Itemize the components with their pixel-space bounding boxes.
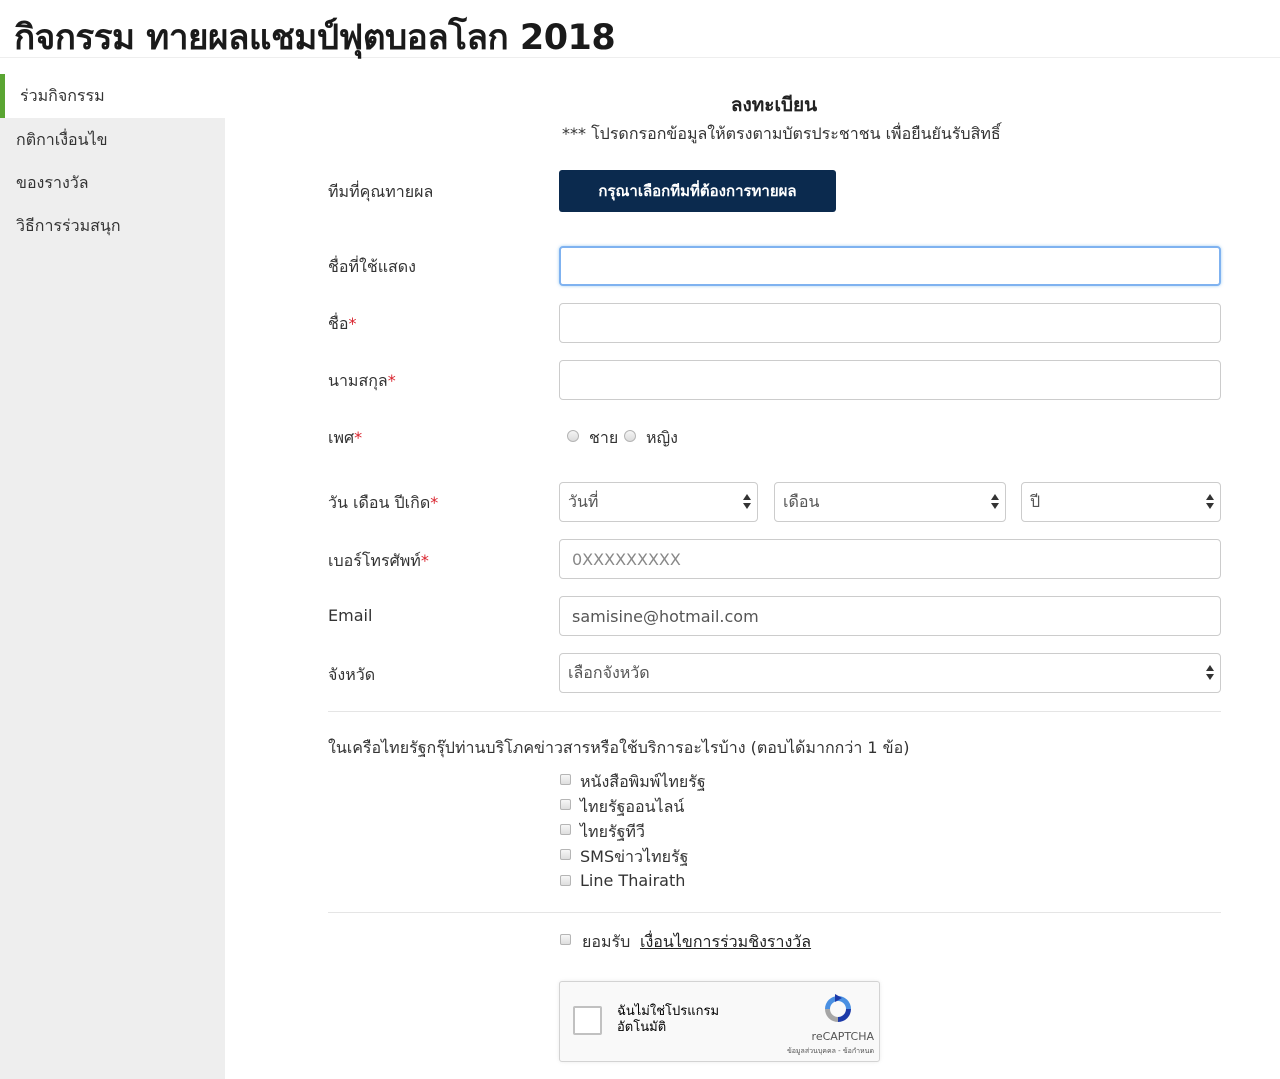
recaptcha-brand: reCAPTCHA [811, 1030, 874, 1043]
gender-label-text: เพศ [328, 428, 355, 447]
recaptcha-links[interactable]: ข้อมูลส่วนบุคคล - ข้อกำหนด [756, 1046, 874, 1057]
sidebar-item-label: ของรางวัล [16, 173, 89, 192]
page-title: กิจกรรม ทายผลแชมป์ฟุตบอลโลก 2018 [14, 18, 616, 58]
select-arrows-icon [1206, 494, 1214, 510]
select-arrows-icon [991, 494, 999, 510]
sidebar-item-how-to-play[interactable]: วิธีการร่วมสนุก [0, 204, 225, 248]
terms-link[interactable]: เงื่อนไขการร่วมชิงรางวัล [640, 930, 811, 955]
media-line-label[interactable]: Line Thairath [580, 871, 685, 890]
gender-male-label[interactable]: ชาย [589, 426, 618, 451]
birthdate-label-text: วัน เดือน ปีเกิด [328, 493, 431, 512]
sidebar-item-label: กติกาเงื่อนไข [16, 130, 108, 149]
required-mark: * [430, 493, 439, 512]
birth-day-value: วันที่ [568, 492, 599, 511]
accept-label: ยอมรับ [582, 932, 631, 951]
last-name-label-text: นามสกุล [328, 371, 388, 390]
media-tv-checkbox[interactable] [560, 824, 571, 835]
gender-male-radio[interactable] [567, 430, 579, 442]
form-title: ลงทะเบียน [730, 94, 818, 116]
gender-female-label[interactable]: หญิง [646, 426, 678, 451]
phone-label: เบอร์โทรศัพท์* [328, 549, 429, 574]
sidebar-item-rules[interactable]: กติกาเงื่อนไข [0, 118, 225, 162]
phone-input[interactable] [559, 539, 1221, 579]
email-label: Email [328, 606, 373, 625]
birth-day-select[interactable]: วันที่ [559, 482, 758, 522]
birth-month-select[interactable]: เดือน [774, 482, 1006, 522]
media-sms-checkbox[interactable] [560, 849, 571, 860]
required-mark: * [354, 428, 363, 447]
select-team-button[interactable]: กรุณาเลือกทีมที่ต้องการทายผล [559, 170, 836, 212]
recaptcha-checkbox[interactable] [573, 1006, 602, 1035]
recaptcha-widget: ฉันไม่ใช่โปรแกรมอัตโนมัติ reCAPTCHA ข้อม… [559, 981, 880, 1062]
media-online-label[interactable]: ไทยรัฐออนไลน์ [580, 795, 684, 820]
required-mark: * [387, 371, 396, 390]
gender-label: เพศ* [328, 426, 362, 451]
media-line-checkbox[interactable] [560, 875, 571, 886]
required-mark: * [348, 314, 357, 333]
form-note: *** โปรดกรอกข้อมูลให้ตรงตามบัตรประชาชน เ… [562, 124, 1001, 143]
birth-year-value: ปี [1030, 492, 1041, 511]
display-name-input[interactable] [559, 246, 1221, 286]
divider [328, 711, 1221, 712]
page-header: กิจกรรม ทายผลแชมป์ฟุตบอลโลก 2018 [0, 0, 1280, 58]
sidebar: ร่วมกิจกรรม กติกาเงื่อนไข ของรางวัล วิธี… [0, 74, 225, 1079]
required-mark: * [420, 551, 429, 570]
display-name-label: ชื่อที่ใช้แสดง [328, 257, 416, 276]
sidebar-item-join-activity[interactable]: ร่วมกิจกรรม [0, 74, 225, 118]
last-name-label: นามสกุล* [328, 369, 396, 394]
first-name-label-text: ชื่อ [328, 314, 349, 333]
birthdate-label: วัน เดือน ปีเกิด* [328, 491, 438, 516]
last-name-input[interactable] [559, 360, 1221, 400]
media-sms-label[interactable]: SMSข่าวไทยรัฐ [580, 845, 688, 870]
province-value: เลือกจังหวัด [568, 663, 650, 682]
recaptcha-logo-icon [825, 994, 851, 1022]
first-name-label: ชื่อ* [328, 312, 356, 337]
divider [328, 912, 1221, 913]
accept-terms-checkbox[interactable] [560, 934, 571, 945]
email-input[interactable] [559, 596, 1221, 636]
team-label: ทีมที่คุณทายผล [328, 182, 434, 201]
phone-label-text: เบอร์โทรศัพท์ [328, 551, 421, 570]
media-question: ในเครือไทยรัฐกรุ๊ปท่านบริโภคข่าวสารหรือใ… [328, 738, 910, 757]
province-label: จังหวัด [328, 665, 376, 684]
sidebar-item-label: วิธีการร่วมสนุก [16, 216, 121, 235]
birth-month-value: เดือน [783, 492, 820, 511]
media-newspaper-label[interactable]: หนังสือพิมพ์ไทยรัฐ [580, 770, 706, 795]
media-online-checkbox[interactable] [560, 799, 571, 810]
first-name-input[interactable] [559, 303, 1221, 343]
sidebar-item-prizes[interactable]: ของรางวัล [0, 161, 225, 205]
recaptcha-text: ฉันไม่ใช่โปรแกรมอัตโนมัติ [617, 1004, 720, 1035]
media-newspaper-checkbox[interactable] [560, 774, 571, 785]
media-tv-label[interactable]: ไทยรัฐทีวี [580, 820, 645, 845]
province-select[interactable]: เลือกจังหวัด [559, 653, 1221, 693]
birth-year-select[interactable]: ปี [1021, 482, 1221, 522]
sidebar-item-label: ร่วมกิจกรรม [20, 86, 105, 105]
gender-female-radio[interactable] [624, 430, 636, 442]
select-arrows-icon [1206, 665, 1214, 681]
select-arrows-icon [743, 494, 751, 510]
